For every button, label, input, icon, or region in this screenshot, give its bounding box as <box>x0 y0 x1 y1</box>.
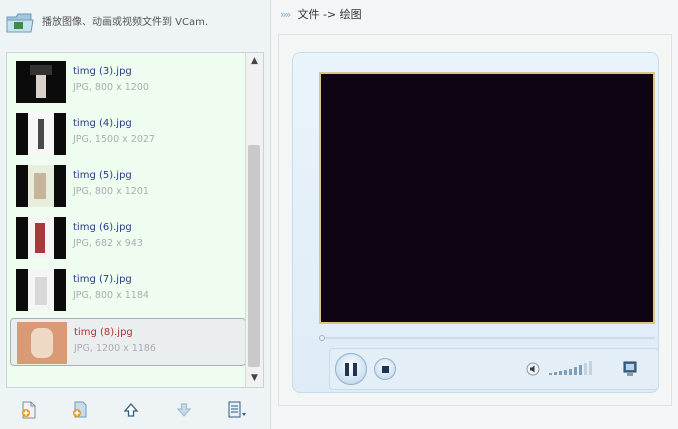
list-menu-button[interactable] <box>225 398 249 422</box>
add-file-icon <box>22 401 36 419</box>
move-down-icon <box>176 403 192 417</box>
volume-slider[interactable] <box>547 360 597 376</box>
file-toolbar <box>0 398 270 426</box>
file-list-item-selected[interactable]: timg (8).jpg JPG, 1200 x 1186 <box>10 318 246 366</box>
list-menu-icon <box>228 401 246 418</box>
file-name: timg (6).jpg <box>73 222 132 233</box>
thumbnail <box>17 322 67 364</box>
pause-icon-bar <box>353 362 357 376</box>
add-folder-button[interactable] <box>68 398 92 422</box>
breadcrumb-text: 文件 -> 绘图 <box>297 8 362 21</box>
stop-icon <box>381 365 389 373</box>
seek-handle[interactable] <box>319 335 325 341</box>
thumbnail <box>16 113 66 155</box>
double-chevron-icon: »» <box>280 8 292 21</box>
monitor-icon[interactable] <box>623 361 637 377</box>
file-list-item[interactable]: timg (7).jpg JPG, 800 x 1184 <box>10 266 246 314</box>
file-meta: JPG, 800 x 1201 <box>73 186 149 197</box>
player-panel <box>278 34 672 406</box>
file-browser-header: 播放图像、动画或视频文件到 VCam. <box>0 0 270 44</box>
file-list-item[interactable]: timg (4).jpg JPG, 1500 x 2027 <box>10 110 246 158</box>
vcam-window: 播放图像、动画或视频文件到 VCam. timg (3).jpg JPG, 80… <box>0 0 678 429</box>
file-meta: JPG, 800 x 1184 <box>73 290 149 301</box>
move-up-icon <box>123 403 139 417</box>
preview-frame <box>292 52 659 393</box>
seek-track <box>325 337 655 339</box>
breadcrumb: »» 文件 -> 绘图 <box>280 6 362 22</box>
file-name: timg (4).jpg <box>73 118 132 129</box>
panel-title: 播放图像、动画或视频文件到 VCam. <box>42 17 209 28</box>
video-preview <box>319 72 655 324</box>
seek-bar[interactable] <box>319 335 655 341</box>
folder-icon <box>6 13 34 33</box>
move-up-button[interactable] <box>119 398 143 422</box>
playback-controls <box>329 348 659 390</box>
pause-button[interactable] <box>335 353 367 385</box>
file-meta: JPG, 682 x 943 <box>73 238 143 249</box>
file-list-item[interactable]: timg (6).jpg JPG, 682 x 943 <box>10 214 246 262</box>
scroll-down-arrow-icon[interactable]: ▼ <box>246 370 263 387</box>
thumbnail <box>16 165 66 207</box>
pause-icon <box>345 362 349 376</box>
file-meta: JPG, 1500 x 2027 <box>73 134 155 145</box>
file-name: timg (7).jpg <box>73 274 132 285</box>
file-list-item[interactable]: timg (3).jpg JPG, 800 x 1200 <box>10 58 246 106</box>
file-name: timg (3).jpg <box>73 66 132 77</box>
move-down-button[interactable] <box>172 398 196 422</box>
stop-button[interactable] <box>374 358 396 380</box>
add-file-button[interactable] <box>17 398 41 422</box>
scrollbar-thumb[interactable] <box>248 145 260 367</box>
add-folder-icon <box>73 401 87 418</box>
thumbnail <box>16 61 66 103</box>
file-list-item[interactable]: timg (5).jpg JPG, 800 x 1201 <box>10 162 246 210</box>
vertical-scrollbar[interactable]: ▲ ▼ <box>245 53 263 387</box>
thumbnail <box>16 269 66 311</box>
thumbnail <box>16 217 66 259</box>
speaker-icon[interactable] <box>526 362 540 376</box>
scroll-up-arrow-icon[interactable]: ▲ <box>246 53 263 70</box>
file-meta: JPG, 800 x 1200 <box>73 82 149 93</box>
file-meta: JPG, 1200 x 1186 <box>74 343 156 354</box>
file-browser-pane: 播放图像、动画或视频文件到 VCam. timg (3).jpg JPG, 80… <box>0 0 271 429</box>
file-list[interactable]: timg (3).jpg JPG, 800 x 1200 timg (4).jp… <box>6 52 264 388</box>
file-name: timg (5).jpg <box>73 170 132 181</box>
file-name: timg (8).jpg <box>74 327 133 338</box>
